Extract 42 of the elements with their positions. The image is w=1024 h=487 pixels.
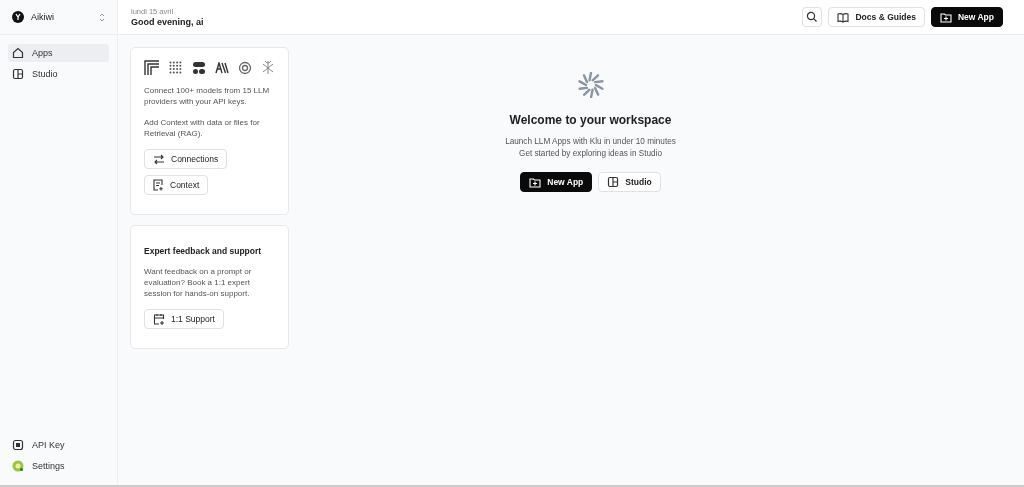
search-button[interactable] xyxy=(802,7,823,27)
starburst-logo-icon xyxy=(577,72,604,98)
folder-plus-icon xyxy=(529,176,542,188)
welcome-title: Welcome to your workspace xyxy=(509,113,672,127)
calendar-plus-icon xyxy=(153,313,165,325)
provider-logo-icon xyxy=(261,60,275,75)
layout-icon xyxy=(607,176,620,188)
key-icon xyxy=(12,439,24,451)
folder-plus-icon xyxy=(939,11,952,23)
provider-logo-icon xyxy=(238,60,252,75)
document-plus-icon xyxy=(153,179,164,191)
provider-logo-icon xyxy=(168,60,183,75)
card-text: Want feedback on a prompt or evaluation? Book a 1:1 expert session for hands-on support. xyxy=(144,266,253,299)
card-button[interactable]: Connections xyxy=(144,149,228,169)
workspace-name: Aikiwi xyxy=(31,12,55,22)
new-app-button[interactable]: New App xyxy=(520,172,593,192)
search-icon xyxy=(806,11,819,23)
provider-logo-icon xyxy=(215,61,229,74)
chevron-updown-icon[interactable] xyxy=(99,12,105,22)
card-title: Expert feedback and support xyxy=(144,246,262,256)
nav-item[interactable]: Settings xyxy=(8,457,109,475)
greeting: Good evening, ai xyxy=(131,17,204,27)
card-button[interactable]: Context xyxy=(144,175,209,195)
nav-item[interactable]: Apps xyxy=(8,44,109,62)
card-text: Add Context with data or files for Retrieval (RAG). xyxy=(144,117,261,139)
book-icon xyxy=(837,11,850,23)
new-app-button[interactable]: New App xyxy=(930,7,1003,27)
welcome-text: Get started by exploring ideas in Studio xyxy=(519,149,662,158)
swap-arrows-icon xyxy=(153,153,165,165)
docs-button[interactable]: Docs & Guides xyxy=(828,7,925,27)
layout-icon xyxy=(12,68,24,80)
welcome-text: Launch LLM Apps with Klu in under 10 minutes xyxy=(505,137,676,146)
studio-button[interactable]: Studio xyxy=(598,172,661,192)
avatar-icon xyxy=(12,460,24,472)
nav-item[interactable]: Studio xyxy=(8,65,109,83)
provider-logo-icon xyxy=(192,60,206,75)
provider-logo-icon xyxy=(144,60,159,75)
home-icon xyxy=(12,47,24,59)
nav-item[interactable]: API Key xyxy=(8,436,109,454)
workspace-logo-icon xyxy=(12,11,24,23)
card-text: Connect 100+ models from 15 LLM providers with your API keys. xyxy=(144,85,271,107)
card-button[interactable]: 1:1 Support xyxy=(144,309,224,329)
